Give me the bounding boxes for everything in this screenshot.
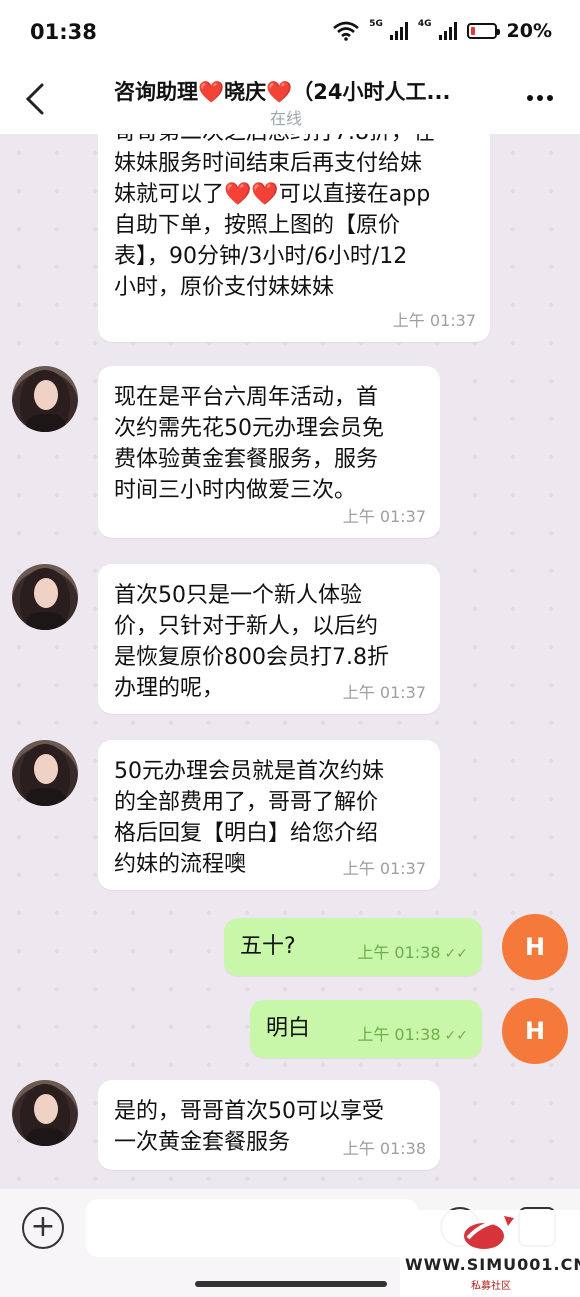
status-bar: 01:38 5G 4G 20% <box>0 0 580 68</box>
home-indicator[interactable] <box>195 1281 387 1287</box>
contact-avatar[interactable] <box>12 366 78 432</box>
message-text: 这是平时约的原价表， 哥哥第二次之后想约打7.8折，在 妹妹服务时间结束后再支付… <box>114 134 435 300</box>
message-bubble-incoming[interactable]: 50元办理会员就是首次约妹 的全部费用了，哥哥了解价 格后回复【明白】给您介绍 … <box>98 740 440 890</box>
message-time-label: 上午 01:38 <box>357 1025 441 1044</box>
online-status: 在线 <box>270 109 303 128</box>
message-bubble-incoming[interactable]: 首次50只是一个新人体验 价，只针对于新人，以后约 是恢复原价800会员打7.8… <box>98 564 440 714</box>
contact-avatar[interactable] <box>12 1080 78 1146</box>
network-label-1: 5G <box>369 19 383 29</box>
message-bubble-incoming[interactable]: 这是平时约的原价表， 哥哥第二次之后想约打7.8折，在 妹妹服务时间结束后再支付… <box>98 134 490 342</box>
message-time: 上午 01:38 <box>342 1139 426 1158</box>
contact-avatar[interactable] <box>12 564 78 630</box>
user-avatar[interactable]: H <box>502 914 568 980</box>
watermark-sub: 私募社区 <box>471 1281 511 1292</box>
message-time-label: 上午 01:38 <box>357 943 441 962</box>
message-time: 上午 01:38 ✓✓ <box>357 1019 468 1052</box>
network-label-2: 4G <box>417 19 432 29</box>
message-bubble-outgoing[interactable]: 五十? 上午 01:38 ✓✓ <box>224 918 482 976</box>
user-avatar[interactable]: H <box>502 998 568 1064</box>
message-text: 现在是平台六周年活动，首 次约需先花50元办理会员免 费体验黄金套餐服务，服务 … <box>114 385 384 503</box>
signal-bars-icon <box>438 22 457 40</box>
watermark-logo-icon <box>464 1216 514 1249</box>
back-button[interactable] <box>24 82 46 123</box>
chevron-left-icon <box>25 83 44 115</box>
battery-percent: 20% <box>506 20 552 42</box>
chat-header: 咨询助理❤️晓庆❤️（24小时人工... 在线 <box>0 68 580 135</box>
plus-icon: + <box>30 1209 56 1244</box>
message-time: 上午 01:37 <box>392 311 476 330</box>
message-input[interactable] <box>86 1199 418 1257</box>
more-button[interactable] <box>526 80 554 115</box>
wifi-icon <box>333 21 360 41</box>
chat-title: 咨询助理❤️晓庆❤️（24小时人工... <box>114 80 451 104</box>
message-bubble-incoming[interactable]: 现在是平台六周年活动，首 次约需先花50元办理会员免 费体验黄金套餐服务，服务 … <box>98 366 440 538</box>
double-check-icon: ✓✓ <box>444 946 468 962</box>
status-icons: 5G 4G 20% <box>333 19 552 42</box>
message-time: 上午 01:37 <box>342 859 426 878</box>
battery-icon <box>466 23 500 39</box>
battery-fill <box>470 27 475 35</box>
message-bubble-incoming[interactable]: 是的，哥哥首次50可以享受 一次黄金套餐服务 上午 01:38 <box>98 1080 440 1170</box>
more-dots-icon <box>527 95 553 101</box>
message-bubble-outgoing[interactable]: 明白 上午 01:38 ✓✓ <box>250 1000 482 1058</box>
clock: 01:38 <box>30 20 97 44</box>
watermark-site: WWW.SIMU001.CN <box>405 1255 580 1274</box>
chat-area[interactable]: 这是平时约的原价表， 哥哥第二次之后想约打7.8折，在 妹妹服务时间结束后再支付… <box>0 134 580 1189</box>
attach-button[interactable]: + <box>22 1207 64 1249</box>
message-time: 上午 01:37 <box>342 507 426 526</box>
contact-avatar[interactable] <box>12 740 78 806</box>
message-time: 上午 01:37 <box>342 683 426 702</box>
signal-bars-icon <box>389 22 408 40</box>
message-time: 上午 01:38 ✓✓ <box>357 937 468 970</box>
double-check-icon: ✓✓ <box>444 1028 468 1044</box>
